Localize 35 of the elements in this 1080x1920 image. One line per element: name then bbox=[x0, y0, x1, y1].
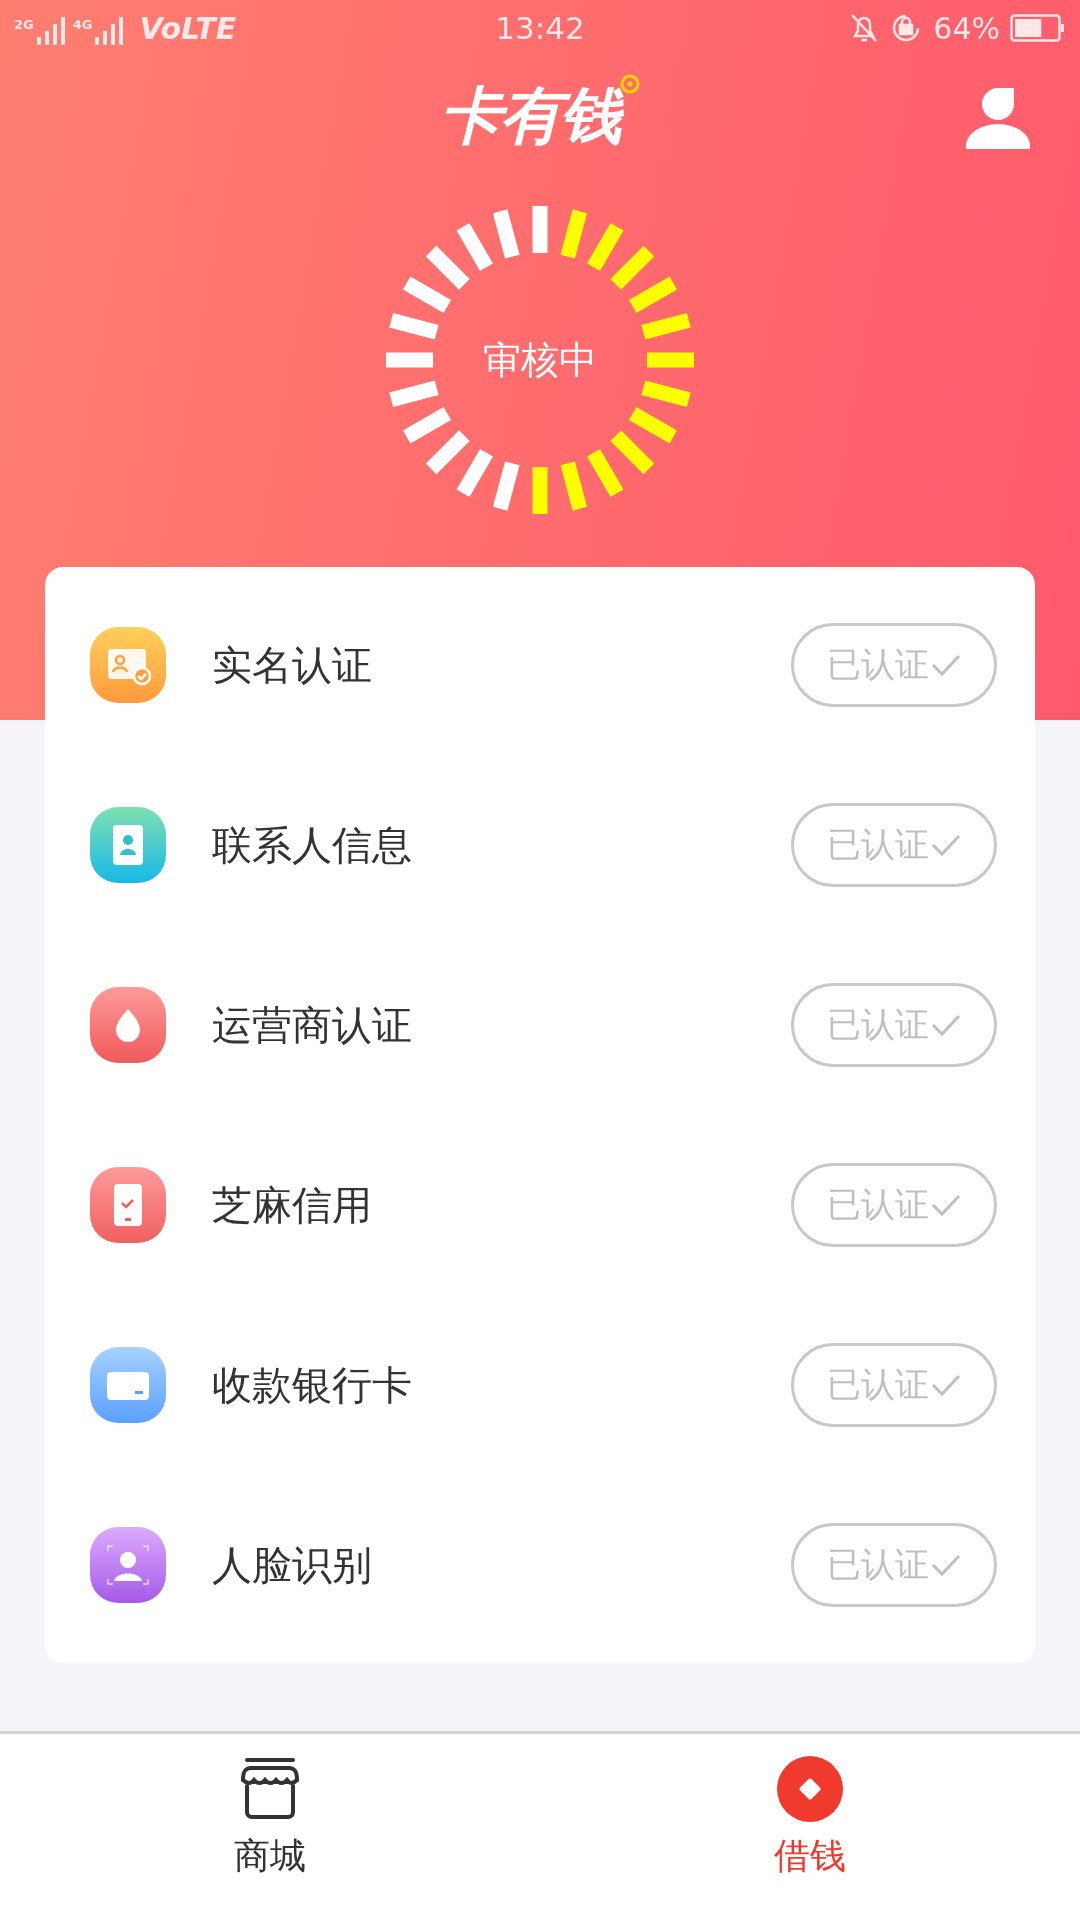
check-icon bbox=[931, 1013, 961, 1037]
contact-book-icon bbox=[90, 807, 166, 883]
battery-percent: 64% bbox=[933, 10, 1000, 46]
nav-tab[interactable]: 借钱 bbox=[540, 1734, 1080, 1920]
review-status: 审核中 bbox=[483, 336, 597, 384]
verification-label: 实名认证 bbox=[212, 640, 373, 690]
verified-badge[interactable]: 已认证 bbox=[791, 1343, 997, 1427]
check-icon bbox=[931, 1373, 961, 1397]
card-icon bbox=[90, 1347, 166, 1423]
check-icon bbox=[931, 1193, 961, 1217]
volte-label: VoLTE bbox=[139, 10, 237, 46]
verified-badge[interactable]: 已认证 bbox=[791, 803, 997, 887]
signal-icon bbox=[95, 17, 126, 45]
nav-tab[interactable]: 商城 bbox=[0, 1734, 540, 1920]
face-scan-icon bbox=[90, 1527, 166, 1603]
verification-label: 联系人信息 bbox=[212, 820, 413, 870]
verification-label: 收款银行卡 bbox=[212, 1360, 413, 1410]
id-card-icon bbox=[90, 627, 166, 703]
network-type: 2G bbox=[14, 17, 34, 32]
verification-label: 运营商认证 bbox=[212, 1000, 413, 1050]
check-icon bbox=[931, 653, 961, 677]
verified-badge[interactable]: 已认证 bbox=[791, 623, 997, 707]
check-icon bbox=[931, 833, 961, 857]
network-type: 4G bbox=[72, 17, 93, 32]
phone-check-icon bbox=[90, 1167, 166, 1243]
verification-label: 芝麻信用 bbox=[212, 1180, 373, 1230]
verified-badge[interactable]: 已认证 bbox=[791, 1163, 997, 1247]
verification-label: 人脸识别 bbox=[212, 1540, 373, 1590]
verified-badge[interactable]: 已认证 bbox=[791, 1523, 997, 1607]
clock: 13:42 bbox=[495, 10, 585, 46]
check-icon bbox=[931, 1553, 961, 1577]
signal-icon bbox=[36, 17, 67, 45]
verified-badge[interactable]: 已认证 bbox=[791, 983, 997, 1067]
bell-off-icon bbox=[849, 12, 880, 44]
drop-icon bbox=[90, 987, 166, 1063]
